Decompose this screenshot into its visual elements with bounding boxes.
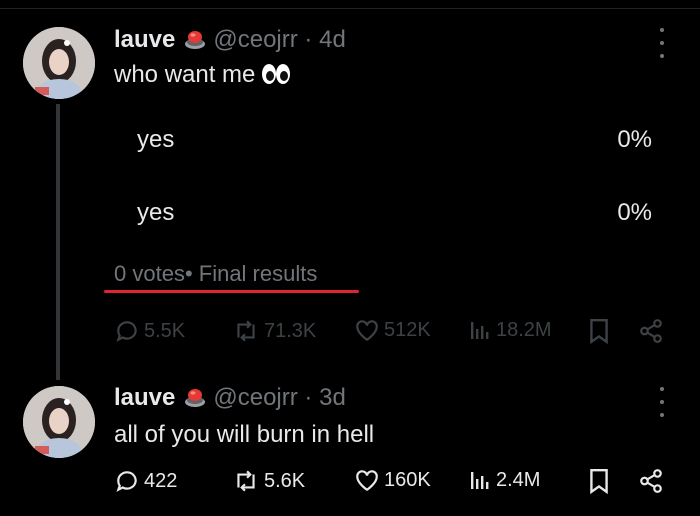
more-icon[interactable] [652,387,672,417]
reply-icon [114,318,140,344]
reply-button[interactable]: 5.5K [114,318,185,344]
like-count: 160K [384,468,431,491]
tweet-1[interactable]: lauve @ceojrr · 4d who want me yes 0% yes… [0,0,700,380]
bookmark-icon [588,318,610,344]
more-icon[interactable] [652,28,672,58]
views-count: 18.2M [496,318,552,341]
reply-count: 5.5K [144,319,186,342]
avatar[interactable] [23,27,95,99]
bookmark-icon [588,468,610,494]
views-icon [468,318,492,342]
red-annotation-underline [104,290,359,293]
repost-button[interactable]: 5.6K [232,468,305,494]
reply-icon [114,468,140,494]
poll-option-1-label: yes [137,126,175,153]
share-button[interactable] [638,318,664,344]
separator-dot: · [304,384,313,411]
bookmark-button[interactable] [588,468,610,494]
repost-icon [232,318,260,344]
red-button-badge-icon [183,27,207,58]
poll-option-2-percent: 0% [617,199,652,226]
tweet-header: lauve @ceojrr · 3d [114,384,346,416]
tweet-actions: 422 5.6K 160K 2.4M [0,468,700,500]
views-count: 2.4M [496,468,541,491]
eyes-emoji-icon [261,63,291,92]
tweet-text-content: who want me [114,61,256,88]
repost-count: 71.3K [264,319,317,342]
tweet-2[interactable]: lauve @ceojrr · 3d all of you will burn i… [0,380,700,516]
handle[interactable]: @ceojrr [213,26,297,53]
repost-icon [232,468,260,494]
views-button[interactable]: 18.2M [468,318,552,342]
avatar[interactable] [23,386,95,458]
red-button-badge-icon [183,385,207,416]
reply-count: 422 [144,469,178,492]
poll-votes: 0 votes [114,261,185,286]
poll-status: • Final results [184,261,318,286]
share-icon [638,468,664,494]
reply-button[interactable]: 422 [114,468,177,494]
like-icon [354,318,380,342]
poll-option-1-percent: 0% [617,126,652,153]
share-button[interactable] [638,468,664,494]
display-name[interactable]: lauve [114,26,175,53]
display-name[interactable]: lauve [114,384,175,411]
like-count: 512K [384,318,431,341]
like-button[interactable]: 512K [354,318,431,342]
repost-count: 5.6K [264,469,306,492]
handle[interactable]: @ceojrr [213,384,297,411]
share-icon [638,318,664,344]
like-icon [354,468,380,492]
like-button[interactable]: 160K [354,468,431,492]
poll-option-2-label: yes [137,199,175,226]
timestamp[interactable]: 3d [319,384,346,411]
tweet-actions: 5.5K 71.3K 512K 18.2M [0,318,700,350]
timestamp[interactable]: 4d [319,26,346,53]
views-button[interactable]: 2.4M [468,468,540,492]
repost-button[interactable]: 71.3K [232,318,316,344]
separator-dot: · [304,26,313,53]
tweet-text: all of you will burn in hell [114,421,375,448]
views-icon [468,468,492,492]
bookmark-button[interactable] [588,318,610,344]
tweet-header: lauve @ceojrr · 4d [114,26,346,58]
poll-summary: 0 votes• Final results [114,261,317,287]
tweet-text: who want me [114,61,291,92]
